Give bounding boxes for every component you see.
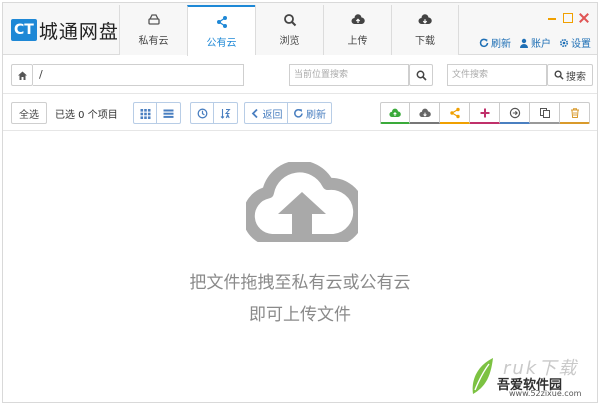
minimize-icon[interactable] (547, 13, 557, 23)
copy-button[interactable] (530, 102, 560, 124)
drive-icon (147, 14, 160, 25)
watermark-url: www.52zixue.com (509, 389, 582, 398)
tab-label: 私有云 (138, 36, 169, 47)
tab-label: 公有云 (206, 37, 237, 49)
cloud-upload-icon (351, 14, 365, 24)
tab-label: 上传 (347, 36, 368, 47)
grid-view-button[interactable] (133, 102, 157, 124)
gear-icon (559, 38, 569, 47)
settings-link[interactable]: 设置 (559, 35, 591, 50)
search-icon (416, 70, 427, 81)
file-search-input[interactable]: 文件搜索 (447, 64, 547, 86)
close-icon[interactable] (579, 13, 589, 23)
cloud-upload-icon (246, 162, 358, 242)
search-icon (554, 70, 564, 80)
back-button[interactable]: 返回 (244, 102, 288, 124)
account-link[interactable]: 账户 (519, 35, 551, 50)
upload-button[interactable] (380, 102, 410, 124)
settings-label: 设置 (571, 39, 591, 50)
delete-button[interactable] (560, 102, 590, 124)
leaf-logo-icon (472, 358, 493, 394)
path-field[interactable]: / (33, 64, 244, 86)
logo-text: 城通网盘 (38, 20, 119, 43)
select-all-button[interactable]: 全选 (11, 102, 47, 124)
clock-icon (197, 108, 207, 118)
maximize-icon[interactable] (563, 13, 573, 23)
sort-by-time-button[interactable] (190, 102, 214, 124)
refresh-label: 刷新 (306, 109, 326, 121)
trash-icon (570, 107, 579, 118)
empty-state-message: 把文件拖拽至私有云或公有云 (189, 273, 411, 293)
search-icon (283, 14, 296, 27)
tab-browse[interactable]: 浏览 (255, 5, 323, 55)
cloud-upload-icon (389, 108, 401, 117)
refresh-button[interactable]: 刷新 (288, 102, 332, 124)
location-search-input[interactable]: 当前位置搜索 (289, 64, 409, 86)
location-search-button[interactable] (409, 64, 433, 86)
empty-state-hint: 即可上传文件 (249, 305, 351, 325)
sort-icon (220, 108, 231, 119)
app-window: CT 城通网盘 私有云 公有云 浏览 上传 下载 刷新 账户 设置 / 当前位置… (2, 2, 598, 403)
home-button[interactable] (11, 64, 33, 86)
tab-upload[interactable]: 上传 (323, 5, 391, 55)
share-icon (449, 107, 460, 118)
file-search-button[interactable]: 搜索 (547, 64, 593, 86)
chevron-left-icon (251, 108, 258, 118)
sort-by-name-button[interactable] (214, 102, 238, 124)
top-links: 刷新 账户 设置 (479, 35, 591, 50)
nav-tabs: 私有云 公有云 浏览 上传 下载 (119, 5, 459, 56)
logo-badge: CT (11, 19, 37, 41)
download-button[interactable] (410, 102, 440, 124)
action-buttons (380, 102, 590, 124)
tab-download[interactable]: 下载 (391, 5, 459, 55)
account-label: 账户 (531, 39, 551, 50)
window-controls (547, 13, 589, 23)
list-view-button[interactable] (157, 102, 181, 124)
tab-label: 下载 (415, 36, 435, 47)
toolbar: 全选 已选 0 个项目 返回 刷新 (3, 95, 597, 131)
share-button[interactable] (440, 102, 470, 124)
tab-public-cloud[interactable]: 公有云 (187, 5, 255, 56)
new-folder-button[interactable] (470, 102, 500, 124)
user-icon (520, 38, 528, 48)
back-label: 返回 (262, 109, 283, 121)
cloud-download-icon (418, 14, 432, 24)
address-bar: / 当前位置搜索 文件搜索 搜索 (3, 56, 597, 94)
app-logo: CT 城通网盘 (11, 18, 119, 43)
search-label: 搜索 (566, 71, 586, 83)
list-icon (163, 109, 174, 118)
home-icon (17, 71, 27, 80)
circle-arrow-icon (509, 107, 520, 118)
copy-icon (539, 107, 550, 118)
refresh-icon (294, 108, 303, 118)
cloud-download-icon (418, 108, 431, 117)
title-bar: CT 城通网盘 私有云 公有云 浏览 上传 下载 刷新 账户 设置 (3, 3, 597, 56)
tab-label: 浏览 (279, 36, 300, 47)
refresh-link[interactable]: 刷新 (479, 35, 511, 50)
refresh-label: 刷新 (491, 39, 511, 50)
share-icon (216, 15, 227, 28)
refresh-icon (479, 38, 489, 47)
plus-icon (480, 108, 489, 117)
selection-info: 已选 0 个项目 (55, 110, 118, 121)
tab-private-cloud[interactable]: 私有云 (119, 5, 187, 55)
grid-icon (140, 108, 150, 119)
file-list-area[interactable]: 把文件拖拽至私有云或公有云 即可上传文件 ruk下载 吾爱软件园 www.52z… (3, 132, 597, 402)
move-button[interactable] (500, 102, 530, 124)
watermark: ruk下载 吾爱软件园 www.52zixue.com (469, 354, 593, 398)
